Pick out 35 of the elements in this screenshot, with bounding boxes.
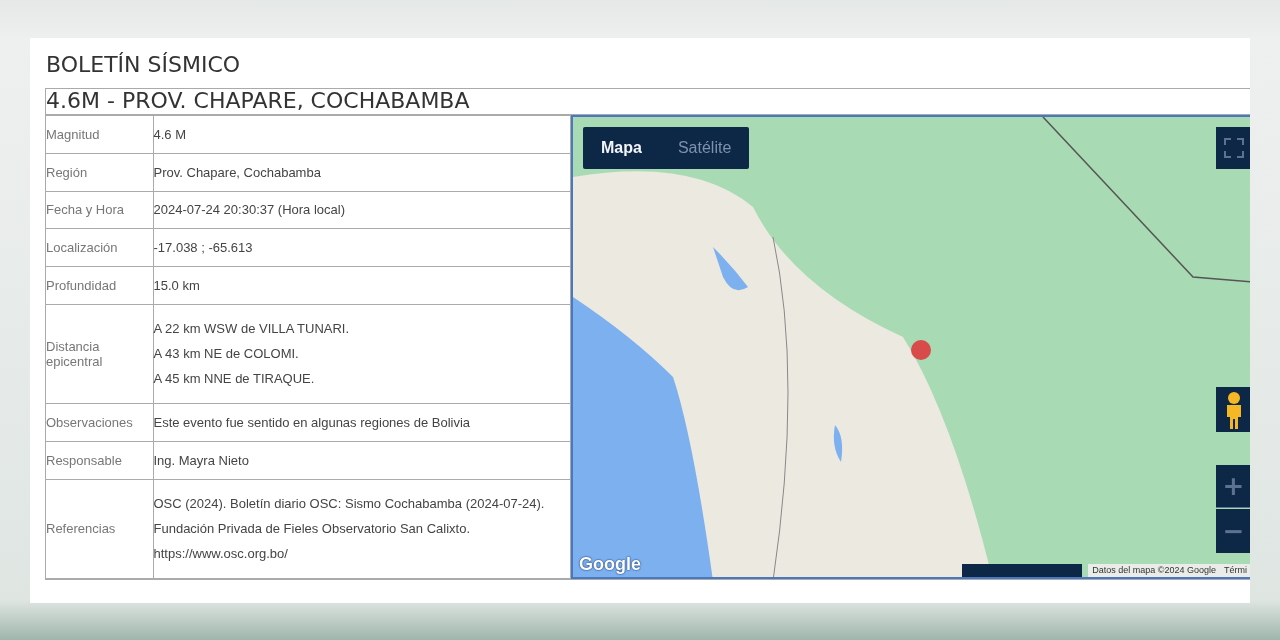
field-value: Prov. Chapare, Cochabamba <box>153 153 571 192</box>
map-type-tab[interactable]: Satélite <box>659 127 750 169</box>
field-value: 15.0 km <box>153 266 571 305</box>
page-title: BOLETÍN SÍSMICO <box>45 51 242 79</box>
field-label: Profundidad <box>46 266 153 305</box>
field-value-line: A 22 km WSW de VILLA TUNARI. <box>153 320 351 339</box>
field-value-line: OSC (2024). Boletín diario OSC: Sismo Cochabamba (2024-07-24). <box>153 495 546 514</box>
field-value: 2024-07-24 20:30:37 (Hora local) <box>153 191 571 229</box>
field-value: Ing. Mayra Nieto <box>153 441 571 480</box>
field-label: Localización <box>46 228 153 267</box>
map-logo: Google <box>579 554 641 575</box>
location-marker-icon <box>910 339 932 361</box>
field-label: Fecha y Hora <box>46 191 153 229</box>
field-label: Magnitud <box>46 115 153 154</box>
map-type-tab[interactable]: Mapa <box>583 127 660 169</box>
field-value: -17.038 ; -65.613 <box>153 228 571 267</box>
fullscreen-icon <box>1223 138 1244 158</box>
zoom-in-button[interactable]: + <box>1216 465 1250 508</box>
field-value: 4.6 M <box>153 115 571 154</box>
field-label: Distancia epicentral <box>46 304 153 404</box>
field-label: Región <box>46 153 153 192</box>
zoom-out-button[interactable]: − <box>1216 509 1250 553</box>
street-view-button[interactable] <box>1216 387 1250 432</box>
field-value-line: https://www.osc.org.bo/ <box>153 545 289 564</box>
field-label: Observaciones <box>46 403 153 442</box>
field-value: Este evento fue sentido en algunas regiones de Bolivia <box>153 403 571 442</box>
field-value-line: A 43 km NE de COLOMI. <box>153 345 300 364</box>
field-label: Referencias <box>46 479 153 579</box>
terms-link[interactable]: Térmi <box>1220 564 1250 577</box>
field-value-line: Fundación Privada de Fieles Observatorio San Calixto. <box>153 520 471 539</box>
event-title: 4.6M - PROV. CHAPARE, COCHABAMBA <box>46 89 1250 115</box>
map-attribution: Datos del mapa ©2024 Google <box>1088 564 1220 577</box>
field-label: Responsable <box>46 441 153 480</box>
field-value-line: A 45 km NNE de TIRAQUE. <box>153 370 316 389</box>
fullscreen-button[interactable] <box>1216 127 1250 169</box>
